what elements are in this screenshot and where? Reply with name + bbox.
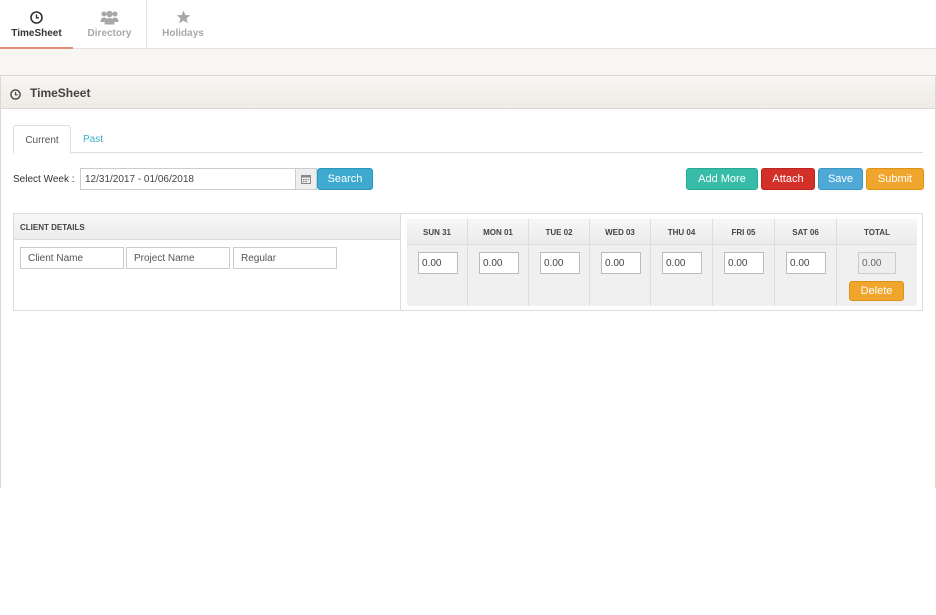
week-grid: SUN 31 0.00 MON 01 0.00 TUE 02 0.00 WED … [401,213,923,311]
users-icon [73,8,146,26]
total-header: TOTAL [864,228,890,237]
hours-input[interactable]: 0.00 [540,252,580,274]
hours-input[interactable]: 0.00 [418,252,458,274]
panel-header: TimeSheet [1,76,935,109]
select-week-label: Select Week : [13,174,75,185]
day-header: MON 01 [483,228,513,237]
hours-input[interactable]: 0.00 [479,252,519,274]
hours-input[interactable]: 0.00 [601,252,641,274]
client-name-input[interactable]: Client Name [20,247,124,269]
day-header: FRI 05 [731,228,756,237]
tab-past[interactable]: Past [71,125,115,154]
nav-tab-timesheet[interactable]: TimeSheet [0,0,73,49]
day-header: TUE 02 [545,228,573,237]
star-icon [147,8,219,26]
day-column: SAT 06 0.00 [775,219,837,306]
attach-button[interactable]: Attach [761,168,815,190]
week-range-input[interactable] [80,168,296,190]
nav-tab-label: TimeSheet [11,28,62,39]
delete-button[interactable]: Delete [849,281,904,301]
day-header: SAT 06 [792,228,819,237]
tab-current[interactable]: Current [13,125,71,154]
day-column: TUE 02 0.00 [529,219,590,306]
save-button[interactable]: Save [818,168,863,190]
subtabs: Current Past [13,125,923,154]
clock-icon [10,87,21,105]
nav-tab-label: Directory [87,28,132,39]
nav-tab-label: Holidays [162,28,204,39]
day-header: SUN 31 [422,228,451,237]
day-column: MON 01 0.00 [468,219,529,306]
project-name-input[interactable]: Project Name [126,247,230,269]
submit-button[interactable]: Submit [866,168,924,190]
page-band [0,49,936,75]
day-header: THU 04 [667,228,696,237]
day-header: WED 03 [605,228,635,237]
week-grid-inner: SUN 31 0.00 MON 01 0.00 TUE 02 0.00 WED … [407,219,917,306]
day-column: FRI 05 0.00 [713,219,775,306]
hours-input[interactable]: 0.00 [724,252,764,274]
day-column: THU 04 0.00 [651,219,713,306]
panel-title: TimeSheet [30,86,91,100]
total-value: 0.00 [858,252,896,274]
add-more-button[interactable]: Add More [686,168,758,190]
search-button[interactable]: Search [317,168,373,190]
client-details: CLIENT DETAILS Client Name Project Name … [13,213,401,311]
hours-input[interactable]: 0.00 [786,252,826,274]
total-column: TOTAL 0.00 Delete [837,219,917,306]
calendar-icon[interactable] [296,168,317,190]
regular-input[interactable]: Regular [233,247,337,269]
day-column: SUN 31 0.00 [407,219,468,306]
nav-tab-directory[interactable]: Directory [73,0,147,49]
top-nav: TimeSheet Directory Holidays [0,0,936,49]
client-details-header: CLIENT DETAILS [14,214,400,240]
nav-tab-holidays[interactable]: Holidays [147,0,219,49]
hours-input[interactable]: 0.00 [662,252,702,274]
clock-icon [0,8,73,26]
timesheet-panel: TimeSheet Current Past Select Week : Sea… [0,75,936,488]
day-column: WED 03 0.00 [590,219,651,306]
